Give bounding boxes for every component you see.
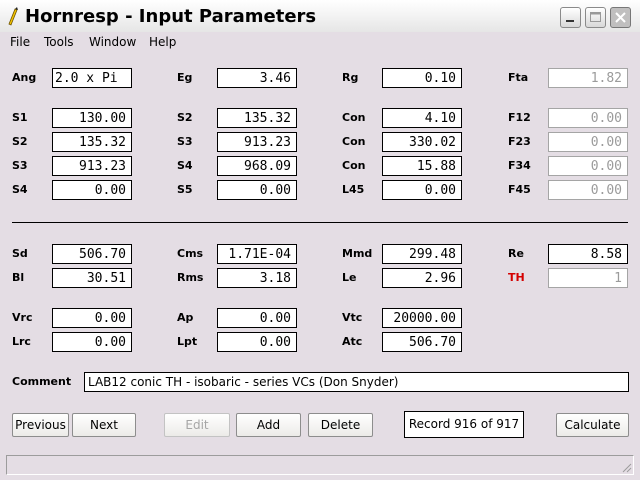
next-button[interactable]: Next [72, 413, 136, 437]
field-le[interactable]: 2.96 [382, 268, 462, 288]
label-s5: S5 [177, 183, 193, 196]
label-s3-seg3: S3 [12, 159, 28, 172]
field-s4-seg4[interactable]: 0.00 [52, 180, 132, 200]
field-cms[interactable]: 1.71E-04 [217, 244, 297, 264]
field-lrc[interactable]: 0.00 [52, 332, 132, 352]
label-re: Re [508, 247, 524, 260]
minimize-icon [566, 20, 574, 22]
maximize-button[interactable] [585, 7, 606, 28]
field-con-3[interactable]: 15.88 [382, 156, 462, 176]
field-s3-seg3[interactable]: 913.23 [52, 156, 132, 176]
maximize-icon [590, 12, 601, 22]
label-s3: S3 [177, 135, 193, 148]
field-bl[interactable]: 30.51 [52, 268, 132, 288]
field-s5[interactable]: 0.00 [217, 180, 297, 200]
label-rg: Rg [342, 71, 359, 84]
field-s2[interactable]: 135.32 [217, 108, 297, 128]
delete-button[interactable]: Delete [308, 413, 373, 437]
minimize-button[interactable] [560, 7, 581, 28]
menu-file[interactable]: File [10, 35, 30, 49]
label-s4: S4 [177, 159, 193, 172]
app-icon [8, 7, 18, 26]
menu-window[interactable]: Window [89, 35, 136, 49]
title-bar[interactable]: Hornresp - Input Parameters [0, 0, 640, 33]
label-cms: Cms [177, 247, 204, 260]
label-rms: Rms [177, 271, 204, 284]
field-f34[interactable]: 0.00 [548, 156, 628, 176]
resize-grip-icon[interactable] [620, 461, 632, 473]
hornresp-window: Hornresp - Input Parameters File Tools W… [0, 0, 640, 480]
label-bl: Bl [12, 271, 25, 284]
field-s2-seg2[interactable]: 135.32 [52, 132, 132, 152]
comment-field[interactable]: LAB12 conic TH - isobaric - series VCs (… [84, 372, 629, 392]
menu-tools[interactable]: Tools [44, 35, 74, 49]
close-icon [615, 12, 626, 23]
label-l45: L45 [342, 183, 365, 196]
window-title: Hornresp - Input Parameters [25, 6, 317, 27]
menu-bar: File Tools Window Help [0, 32, 640, 54]
label-mmd: Mmd [342, 247, 373, 260]
label-f34: F34 [508, 159, 531, 172]
label-f23: F23 [508, 135, 531, 148]
field-mmd[interactable]: 299.48 [382, 244, 462, 264]
field-th[interactable]: 1 [548, 268, 628, 288]
field-con-1[interactable]: 4.10 [382, 108, 462, 128]
label-atc: Atc [342, 335, 363, 348]
label-vrc: Vrc [12, 311, 33, 324]
label-lpt: Lpt [177, 335, 198, 348]
label-s2: S2 [177, 111, 193, 124]
label-f45: F45 [508, 183, 531, 196]
field-f45[interactable]: 0.00 [548, 180, 628, 200]
menu-help[interactable]: Help [149, 35, 176, 49]
label-eg: Eg [177, 71, 193, 84]
field-rms[interactable]: 3.18 [217, 268, 297, 288]
label-th[interactable]: TH [508, 271, 525, 284]
label-fta: Fta [508, 71, 529, 84]
calculate-button[interactable]: Calculate [556, 413, 629, 437]
field-ap[interactable]: 0.00 [217, 308, 297, 328]
label-ang: Ang [12, 71, 37, 84]
field-eg[interactable]: 3.46 [217, 68, 297, 88]
label-comment: Comment [12, 375, 72, 388]
status-bar [6, 455, 634, 475]
field-vtc[interactable]: 20000.00 [382, 308, 462, 328]
field-sd[interactable]: 506.70 [52, 244, 132, 264]
field-f12[interactable]: 0.00 [548, 108, 628, 128]
field-vrc[interactable]: 0.00 [52, 308, 132, 328]
section-divider [12, 222, 628, 223]
field-re[interactable]: 8.58 [548, 244, 628, 264]
edit-button[interactable]: Edit [164, 413, 230, 437]
label-lrc: Lrc [12, 335, 31, 348]
field-l45[interactable]: 0.00 [382, 180, 462, 200]
close-button[interactable] [610, 7, 631, 28]
label-sd: Sd [12, 247, 28, 260]
label-s2-seg2: S2 [12, 135, 28, 148]
field-s1[interactable]: 130.00 [52, 108, 132, 128]
field-s3[interactable]: 913.23 [217, 132, 297, 152]
field-atc[interactable]: 506.70 [382, 332, 462, 352]
label-le: Le [342, 271, 357, 284]
previous-button[interactable]: Previous [12, 413, 69, 437]
field-rg[interactable]: 0.10 [382, 68, 462, 88]
label-con-2: Con [342, 135, 366, 148]
field-con-2[interactable]: 330.02 [382, 132, 462, 152]
label-con-3: Con [342, 159, 366, 172]
label-con-1: Con [342, 111, 366, 124]
field-ang[interactable]: 2.0 x Pi [52, 68, 132, 88]
field-s4[interactable]: 968.09 [217, 156, 297, 176]
label-s1: S1 [12, 111, 28, 124]
field-lpt[interactable]: 0.00 [217, 332, 297, 352]
field-fta[interactable]: 1.82 [548, 68, 628, 88]
field-f23[interactable]: 0.00 [548, 132, 628, 152]
label-f12: F12 [508, 111, 531, 124]
label-s4-seg4: S4 [12, 183, 28, 196]
record-indicator: Record 916 of 917 [404, 411, 524, 438]
label-ap: Ap [177, 311, 194, 324]
add-button[interactable]: Add [236, 413, 301, 437]
label-vtc: Vtc [342, 311, 363, 324]
